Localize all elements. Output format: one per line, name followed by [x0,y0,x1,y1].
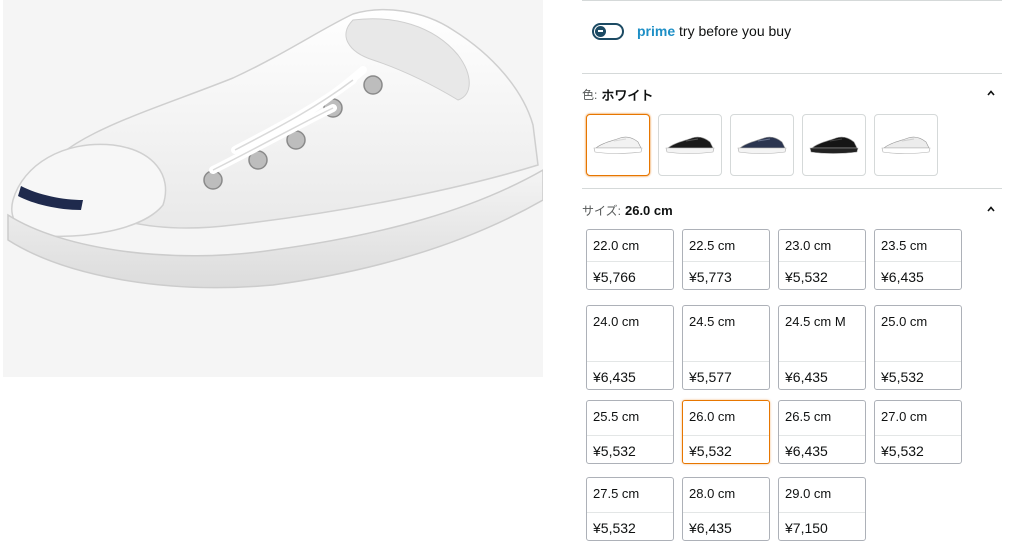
shoe-thumbnail-icon [881,136,931,154]
color-label: 色: [582,87,598,102]
size-option[interactable]: 24.5 cm M ¥6,435 [778,305,866,390]
size-option-size: 22.0 cm [593,238,640,253]
prime-label: prime try before you buy [637,23,791,39]
divider [582,73,1002,74]
chevron-up-icon[interactable] [986,204,996,214]
size-option[interactable]: 26.0 cm ¥5,532 [682,400,770,464]
size-option-price: ¥5,532 [593,520,636,536]
size-option-price: ¥5,532 [881,443,924,459]
size-option-price: ¥7,150 [785,520,828,536]
size-option-price: ¥6,435 [785,369,828,385]
size-selected-value: 26.0 cm [624,202,673,218]
size-option-size: 24.5 cm M [785,314,846,329]
divider [587,261,673,262]
size-option-price: ¥6,435 [593,369,636,385]
divider [582,188,1002,189]
size-option[interactable]: 27.5 cm ¥5,532 [586,477,674,541]
divider [683,512,769,513]
size-option-price: ¥5,577 [689,369,732,385]
divider [779,361,865,362]
size-option[interactable]: 24.5 cm ¥5,577 [682,305,770,390]
size-option-price: ¥5,532 [785,269,828,285]
product-image[interactable] [3,0,543,377]
color-swatch-black[interactable] [802,114,866,176]
size-option[interactable]: 28.0 cm ¥6,435 [682,477,770,541]
product-options-panel: prime try before you buy 色: ホワイト サイズ: 26… [582,0,1002,548]
size-option-price: ¥6,435 [785,443,828,459]
divider [875,261,961,262]
size-option[interactable]: 22.0 cm ¥5,766 [586,229,674,290]
size-option-size: 27.5 cm [593,486,640,501]
color-swatch-navy[interactable] [730,114,794,176]
shoe-thumbnail-icon [809,136,859,154]
divider [683,361,769,362]
color-section-header[interactable]: 色: ホワイト [582,85,1000,103]
size-option[interactable]: 22.5 cm ¥5,773 [682,229,770,290]
size-option-size: 26.0 cm [689,409,736,424]
color-swatch-list [586,114,938,176]
size-option[interactable]: 27.0 cm ¥5,532 [874,400,962,464]
divider [587,512,673,513]
divider [683,435,769,436]
size-option-size: 24.5 cm [689,314,736,329]
divider [582,0,1002,1]
size-section-header[interactable]: サイズ: 26.0 cm [582,201,1000,219]
size-option-size: 25.5 cm [593,409,640,424]
size-option[interactable]: 26.5 cm ¥6,435 [778,400,866,464]
size-option-size: 23.5 cm [881,238,928,253]
shoe-thumbnail-icon [665,136,715,154]
size-option-price: ¥5,532 [593,443,636,459]
size-label: サイズ: [582,203,621,218]
prime-logo-text: prime [637,23,676,39]
shoe-thumbnail-icon [593,136,643,154]
divider [779,261,865,262]
size-option-size: 28.0 cm [689,486,736,501]
divider [683,261,769,262]
size-option-size: 23.0 cm [785,238,832,253]
size-option[interactable]: 24.0 cm ¥6,435 [586,305,674,390]
divider [779,435,865,436]
size-option-size: 22.5 cm [689,238,736,253]
size-option[interactable]: 23.0 cm ¥5,532 [778,229,866,290]
size-option[interactable]: 29.0 cm ¥7,150 [778,477,866,541]
size-option-size: 25.0 cm [881,314,928,329]
size-option-price: ¥5,532 [881,369,924,385]
size-option-size: 24.0 cm [593,314,640,329]
size-option[interactable]: 25.0 cm ¥5,532 [874,305,962,390]
color-swatch-white[interactable] [586,114,650,176]
divider [587,435,673,436]
shoe-image [7,9,543,289]
divider [779,512,865,513]
size-option-price: ¥5,773 [689,269,732,285]
divider [587,361,673,362]
color-selected-value: ホワイト [601,87,654,103]
prime-description: try before you buy [679,23,792,39]
size-option[interactable]: 25.5 cm ¥5,532 [586,400,674,464]
prime-try-before-you-buy[interactable]: prime try before you buy [592,19,791,43]
chevron-up-icon[interactable] [986,88,996,98]
toggle-knob-icon [595,25,606,37]
size-option-size: 29.0 cm [785,486,832,501]
size-option-price: ¥6,435 [689,520,732,536]
color-swatch-black-white-sole[interactable] [658,114,722,176]
color-swatch-white-alt[interactable] [874,114,938,176]
size-option-price: ¥5,532 [689,443,732,459]
size-option[interactable]: 23.5 cm ¥6,435 [874,229,962,290]
size-option-price: ¥5,766 [593,269,636,285]
size-option-price: ¥6,435 [881,269,924,285]
prime-toggle[interactable] [592,22,624,40]
divider [875,435,961,436]
size-option-size: 27.0 cm [881,409,928,424]
divider [875,361,961,362]
size-option-size: 26.5 cm [785,409,832,424]
shoe-thumbnail-icon [737,136,787,154]
